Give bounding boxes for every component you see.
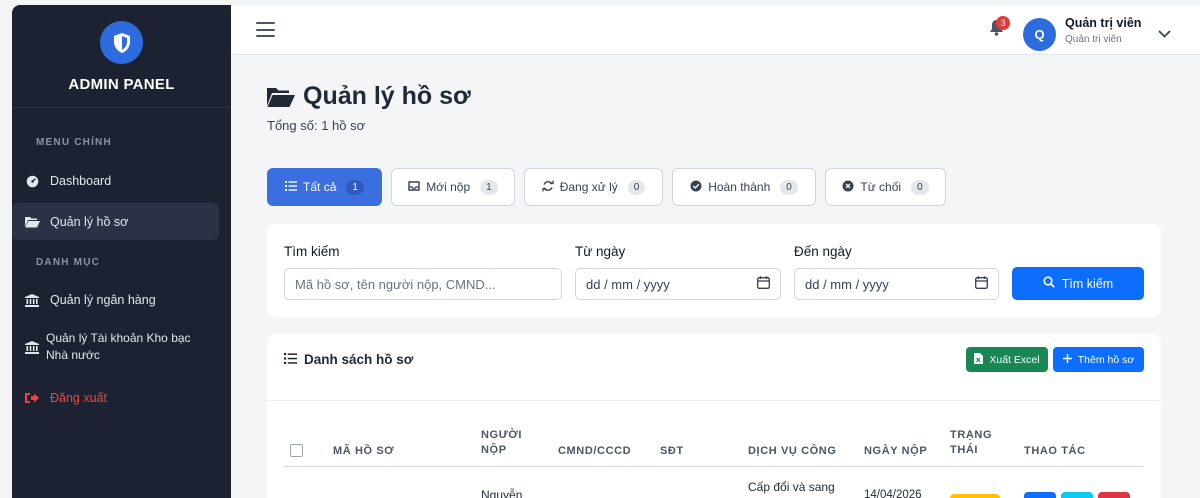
sidebar-item-treasury-account[interactable]: Quản lý Tài khoản Kho bạc Nhà nước	[12, 328, 219, 366]
calendar-icon[interactable]	[975, 276, 988, 292]
list-icon	[284, 352, 297, 367]
tachometer-icon	[24, 175, 40, 188]
column-header-actions: THAO TÁC	[1024, 445, 1086, 457]
column-header-service[interactable]: DỊCH VỤ CÔNG	[748, 444, 836, 459]
column-header-submitter[interactable]: NGƯỜI NỘP	[481, 428, 522, 458]
tab-count: 1	[480, 179, 498, 195]
search-icon	[1043, 276, 1055, 291]
sidebar-item-label: Đăng xuất	[50, 391, 107, 405]
tab-label: Từ chối	[860, 180, 902, 194]
list-title: Danh sách hồ sơ	[284, 352, 413, 367]
shield-icon	[100, 21, 143, 64]
export-excel-button[interactable]: Xuất Excel	[966, 347, 1048, 372]
file-excel-icon	[974, 352, 984, 367]
brand-title: ADMIN PANEL	[68, 76, 175, 93]
status-badge	[950, 494, 1000, 498]
divider	[267, 400, 1161, 401]
tab-count: 0	[780, 179, 798, 195]
notification-badge: 3	[996, 16, 1010, 30]
list-icon	[285, 180, 298, 194]
sidebar-item-label: Quản lý ngân hàng	[50, 293, 156, 307]
sidebar-item-label: Quản lý hồ sơ	[50, 214, 129, 229]
sidebar: ADMIN PANEL	[12, 5, 231, 498]
cell-service: Cấp đổi và sang	[748, 480, 835, 494]
tab-label: Mới nộp	[426, 180, 471, 194]
brand: ADMIN PANEL	[12, 5, 231, 108]
sidebar-item-dashboard[interactable]: Dashboard	[12, 170, 219, 192]
folder-open-icon	[267, 86, 295, 108]
sidebar-item-label: Quản lý Tài khoản Kho bạc Nhà nước	[46, 331, 191, 362]
check-circle-icon	[690, 180, 702, 195]
tab-label: Tất cả	[303, 180, 337, 194]
delete-button[interactable]	[1098, 492, 1130, 498]
topbar: 3 Q Quản trị viên Quản trị viên	[231, 5, 1200, 55]
tab-all[interactable]: Tất cả 1	[267, 168, 382, 206]
sync-icon	[542, 180, 554, 195]
tab-new[interactable]: Mới nộp 1	[391, 168, 515, 206]
cell-submitter: Nguyễn	[481, 488, 523, 498]
section-label-main: MENU CHÍNH	[36, 137, 112, 148]
column-header-code[interactable]: MÃ HỒ SƠ	[333, 444, 394, 459]
page-title: Quản lý hồ sơ	[267, 82, 471, 111]
search-button[interactable]: Tìm kiếm	[1012, 267, 1144, 300]
column-header-date[interactable]: NGÀY NỘP	[864, 444, 927, 459]
sign-out-icon	[24, 392, 40, 404]
sidebar-item-label: Dashboard	[50, 174, 112, 188]
avatar[interactable]: Q	[1023, 18, 1056, 51]
select-all-checkbox[interactable]	[290, 444, 303, 457]
cell-date: 14/04/2026	[864, 489, 922, 498]
tab-count: 0	[911, 179, 929, 195]
plus-icon	[1062, 353, 1072, 366]
times-circle-icon	[842, 180, 854, 195]
view-button[interactable]	[1024, 492, 1056, 498]
from-date-field[interactable]: dd / mm / yyyy	[575, 268, 781, 300]
folder-open-icon	[24, 216, 40, 228]
sidebar-item-logout[interactable]: Đăng xuất	[12, 387, 219, 409]
table-header-border	[284, 466, 1144, 467]
tab-count: 1	[346, 179, 364, 195]
edit-button[interactable]	[1061, 492, 1093, 498]
user-name[interactable]: Quản trị viên	[1065, 16, 1141, 30]
hamburger-menu-icon[interactable]	[256, 22, 275, 37]
calendar-icon[interactable]	[757, 276, 770, 292]
inbox-icon	[408, 180, 420, 194]
bank-icon	[24, 340, 40, 354]
sidebar-item-quan-ly-ho-so[interactable]: Quản lý hồ sơ	[12, 203, 219, 240]
tab-label: Đang xử lý	[559, 180, 618, 194]
column-header-phone[interactable]: SĐT	[660, 444, 684, 459]
chevron-down-icon[interactable]	[1158, 25, 1171, 43]
add-record-button[interactable]: Thêm hồ sơ	[1053, 347, 1144, 372]
page-subtitle: Tổng số: 1 hồ sơ	[267, 118, 366, 133]
sidebar-item-bank[interactable]: Quản lý ngân hàng	[12, 289, 219, 311]
user-role: Quản trị viên	[1065, 34, 1122, 45]
tab-completed[interactable]: Hoàn thành 0	[672, 168, 816, 206]
tab-rejected[interactable]: Từ chối 0	[825, 168, 946, 206]
tab-count: 0	[627, 179, 646, 195]
to-date-label: Đến ngày	[794, 244, 852, 259]
from-date-label: Từ ngày	[575, 244, 626, 259]
section-label-category: DANH MỤC	[36, 257, 101, 268]
tab-processing[interactable]: Đang xử lý 0	[524, 168, 663, 206]
column-header-status[interactable]: TRẠNG THÁI	[950, 428, 992, 458]
search-input[interactable]: Mã hồ sơ, tên người nộp, CMND...	[284, 268, 562, 300]
to-date-field[interactable]: dd / mm / yyyy	[794, 268, 999, 300]
tab-label: Hoàn thành	[708, 180, 771, 194]
bank-icon	[24, 293, 40, 307]
column-header-id-card[interactable]: CMND/CCCD	[558, 444, 631, 459]
keyword-label: Tìm kiếm	[284, 244, 340, 259]
